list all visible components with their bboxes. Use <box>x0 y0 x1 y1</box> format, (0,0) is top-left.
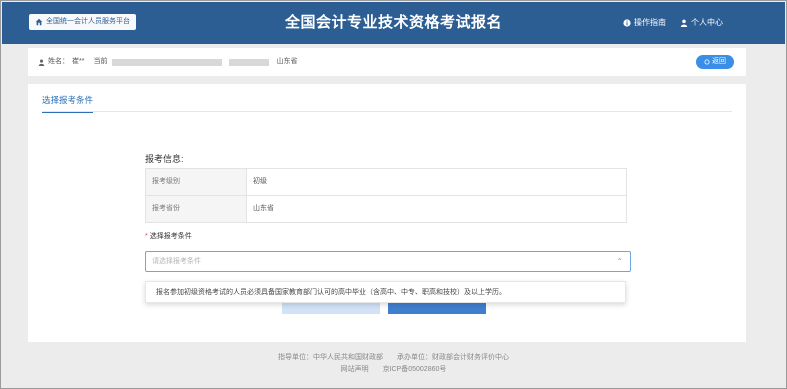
guide-link[interactable]: 操作指南 <box>623 16 666 30</box>
icp-number: 京ICP备05002860号 <box>382 366 447 373</box>
footer: 指导单位：中华人民共和国财政部 承办单位：财政部会计财务评价中心 网站声明 京I… <box>1 352 786 376</box>
chevron-up-icon: ⌃ <box>616 257 623 266</box>
condition-dropdown-option[interactable]: 报名参加初级资格考试的人员必须具备国家教育部门认可的高中毕业（含高中、中专、职高… <box>145 281 626 303</box>
personal-center-link[interactable]: 个人中心 <box>680 16 723 30</box>
site-statement-link[interactable]: 网站声明 <box>341 366 369 373</box>
name-label: 姓名： <box>48 58 69 65</box>
exam-info-title: 报考信息: <box>145 154 184 164</box>
user-info: 姓名： 崔** 当前 山东省 <box>38 48 297 76</box>
top-links: 操作指南 个人中心 <box>623 16 723 30</box>
user-icon <box>680 19 688 27</box>
guide-label: 操作指南 <box>634 18 666 27</box>
current-prefix: 当前 <box>93 58 108 65</box>
refresh-icon <box>704 59 710 65</box>
host-unit: 承办单位：财政部会计财务评价中心 <box>396 354 509 361</box>
exam-province-key: 报考省份 <box>146 196 247 222</box>
exam-province-value: 山东省 <box>253 205 274 212</box>
name-value: 崔** <box>72 58 85 65</box>
back-button[interactable]: 返回 <box>696 55 734 69</box>
condition-label-text: 选择报考条件 <box>149 233 192 240</box>
top-header: 全国统一会计人员服务平台 全国会计专业技术资格考试报名 操作指南 个人中心 <box>2 2 785 44</box>
redacted-block <box>112 58 223 66</box>
user-info-bar: 姓名： 崔** 当前 山东省 返回 <box>28 48 746 76</box>
table-row: 报考级别 初级 <box>146 169 626 196</box>
condition-label: * 选择报考条件 <box>145 233 192 240</box>
redacted-block <box>229 58 270 66</box>
main-card: 选择报考条件 报考信息: 报考级别 初级 报考省份 山东省 * 选择报考条件 请选… <box>28 84 746 342</box>
guide-unit: 指导单位：中华人民共和国财政部 <box>278 354 384 361</box>
exam-info-table: 报考级别 初级 报考省份 山东省 <box>145 168 627 223</box>
page-frame: 全国统一会计人员服务平台 全国会计专业技术资格考试报名 操作指南 个人中心 姓名… <box>0 0 787 389</box>
info-icon <box>623 19 631 27</box>
personal-center-label: 个人中心 <box>691 18 723 27</box>
table-row: 报考省份 山东省 <box>146 196 626 222</box>
province-value: 山东省 <box>276 58 298 65</box>
exam-level-value: 初级 <box>253 178 267 185</box>
tab-divider <box>42 111 732 112</box>
condition-placeholder: 请选择报考条件 <box>152 258 201 265</box>
back-button-label: 返回 <box>712 58 726 65</box>
condition-select[interactable]: 请选择报考条件 ⌃ <box>145 251 631 272</box>
user-icon <box>38 59 45 66</box>
exam-level-key: 报考级别 <box>146 169 247 195</box>
